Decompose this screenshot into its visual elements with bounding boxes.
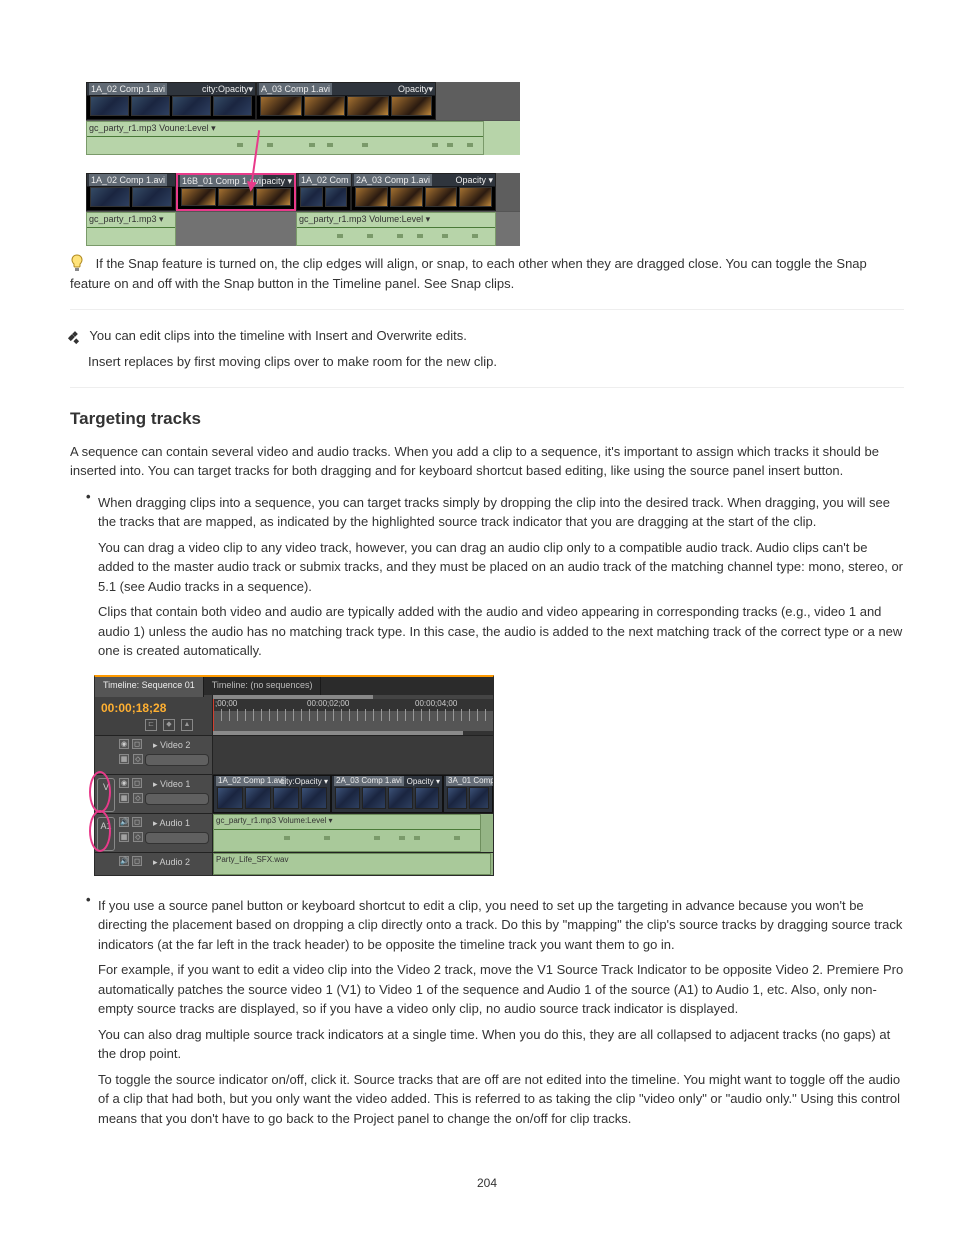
video-clip: 1A_02 Comp 1.avi	[86, 173, 176, 211]
snap-icon[interactable]: ⊏	[145, 719, 157, 731]
keyframe-icon[interactable]: ◇	[133, 754, 143, 764]
audio-clip[interactable]: gc_party_r1.mp3 Volume:Level ▾	[213, 814, 481, 852]
eye-icon[interactable]: ◉	[119, 778, 129, 788]
speaker-icon[interactable]: 🔊	[119, 856, 129, 866]
track-style-icon[interactable]: ▦	[119, 832, 129, 842]
page-number: 204	[70, 1174, 904, 1192]
hint-paragraph-2: Insert replaces by first moving clips ov…	[88, 352, 904, 372]
four-diamond-icon	[70, 332, 80, 342]
bullet-dot-icon: •	[86, 487, 98, 667]
track-style-icon[interactable]: ▦	[119, 793, 129, 803]
speaker-icon[interactable]: 🔊	[119, 817, 129, 827]
marker-icon[interactable]: ◆	[163, 719, 175, 731]
track-display-style[interactable]	[145, 832, 209, 844]
track-style-icon[interactable]: ▦	[119, 754, 129, 764]
playhead[interactable]	[213, 699, 214, 735]
bullet-dot-icon: •	[86, 890, 98, 1135]
tip-paragraph: If the Snap feature is turned on, the cl…	[70, 254, 904, 293]
keyframe-icon[interactable]: ◇	[133, 793, 143, 803]
track-display-style[interactable]	[145, 754, 209, 766]
eye-icon[interactable]: ◉	[119, 739, 129, 749]
lock-icon[interactable]: ◻	[132, 778, 142, 788]
bullet-text: When dragging clips into a sequence, you…	[98, 493, 904, 532]
track-header-video1[interactable]: V ◉◻ ▸ Video 1 ▦◇	[95, 775, 213, 813]
audio-track: gc_party_r1.mp3 ▾ gc_party_r1.mp3 Volume…	[86, 211, 520, 246]
divider	[70, 387, 904, 388]
video-clip[interactable]: 2A_03 Comp 1.avi Opacity ▾	[331, 775, 443, 813]
lock-icon[interactable]: ◻	[132, 817, 142, 827]
lock-icon[interactable]: ◻	[132, 856, 142, 866]
timeline-after: 1A_02 Comp 1.avi 16B_01 Comp 1.avi pacit…	[86, 173, 520, 246]
lightbulb-icon	[70, 254, 84, 272]
settings-icon[interactable]: ▲	[181, 719, 193, 731]
highlight-circle	[89, 810, 111, 852]
track-header-audio1[interactable]: A1 🔊◻ ▸ Audio 1 ▦◇	[95, 814, 213, 852]
bullet-text: Clips that contain both video and audio …	[98, 602, 904, 661]
current-time-display[interactable]: 00:00;18;28	[95, 695, 212, 717]
video-clip: 1A_02 Comp 1.avi city:Opacity▾	[86, 82, 256, 120]
video-clip: 1A_02 Com	[296, 173, 351, 211]
video-clip-highlighted: 16B_01 Comp 1.avi pacity ▾	[176, 173, 296, 211]
timeline-panel-figure: Timeline: Sequence 01 Timeline: (no sequ…	[94, 675, 494, 876]
hint-paragraph: You can edit clips into the timeline wit…	[70, 326, 904, 346]
track-header-video2[interactable]: ◉◻ ▸ Video 2 ▦◇	[95, 736, 213, 774]
timeline-tab-inactive[interactable]: Timeline: (no sequences)	[204, 677, 322, 697]
time-ruler[interactable]: ;00;00 00:00;02;00 00:00;04;00	[213, 695, 493, 735]
section-heading: Targeting tracks	[70, 406, 904, 432]
bullet-text: You can also drag multiple source track …	[98, 1025, 904, 1064]
timeline-tab-active[interactable]: Timeline: Sequence 01	[95, 677, 204, 697]
bullet-text: If you use a source panel button or keyb…	[98, 896, 904, 955]
keyframe-icon[interactable]: ◇	[133, 832, 143, 842]
bullet-text: For example, if you want to edit a video…	[98, 960, 904, 1019]
highlight-circle	[89, 771, 111, 813]
video-clip: 2A_03 Comp 1.avi Opacity ▾	[351, 173, 496, 211]
audio-track: gc_party_r1.mp3 Voune:Level ▾	[86, 120, 520, 155]
track-header-audio2[interactable]: 🔊◻ ▸ Audio 2	[95, 853, 213, 875]
body-paragraph: A sequence can contain several video and…	[70, 442, 904, 481]
audio-clip[interactable]: Party_Life_SFX.wav	[213, 853, 491, 875]
video-clip[interactable]: 3A_01 Comp	[443, 775, 493, 813]
figure-insert-edit: 16B_01 Comp 1.avi pacity▾ 1A_02 Comp 1.a…	[70, 82, 904, 246]
video-clip[interactable]: 1A_02 Comp 1.avi city:Opacity ▾	[213, 775, 331, 813]
timeline-before: 1A_02 Comp 1.avi city:Opacity▾ A_03 Comp…	[86, 82, 520, 155]
bullet-text: To toggle the source indicator on/off, c…	[98, 1070, 904, 1129]
bullet-text: You can drag a video clip to any video t…	[98, 538, 904, 597]
divider	[70, 309, 904, 310]
track-display-style[interactable]	[145, 793, 209, 805]
video-clip: A_03 Comp 1.avi Opacity▾	[256, 82, 436, 120]
lock-icon[interactable]: ◻	[132, 739, 142, 749]
